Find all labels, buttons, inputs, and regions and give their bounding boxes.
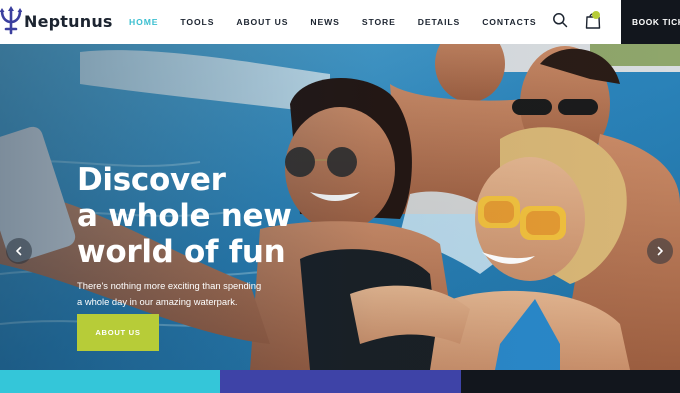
nav-item-store[interactable]: STORE xyxy=(362,17,396,27)
chevron-right-icon xyxy=(657,246,663,256)
cart-count-badge xyxy=(592,11,600,19)
feature-band-cyan xyxy=(0,370,220,393)
slider-prev-button[interactable] xyxy=(6,238,32,264)
feature-band-dark xyxy=(461,370,680,393)
nav-item-details[interactable]: DETAILS xyxy=(418,17,460,27)
main-nav: HOME TOOLS ABOUT US NEWS STORE DETAILS C… xyxy=(129,0,559,44)
nav-item-about-us[interactable]: ABOUT US xyxy=(236,17,288,27)
nav-item-home[interactable]: HOME xyxy=(129,17,158,27)
about-us-button[interactable]: ABOUT US xyxy=(77,314,159,351)
hero-description-line: a whole day in our amazing waterpark. xyxy=(77,296,238,307)
site-header: Neptunus HOME TOOLS ABOUT US NEWS STORE … xyxy=(0,0,680,44)
book-tickets-button[interactable]: BOOK TICKETS xyxy=(621,0,680,44)
slider-next-button[interactable] xyxy=(647,238,673,264)
chevron-left-icon xyxy=(16,246,22,256)
nav-item-tools[interactable]: TOOLS xyxy=(180,17,214,27)
hero-title-line: a whole new xyxy=(77,198,292,234)
hero-description: There's nothing more exciting than spend… xyxy=(77,278,317,310)
nav-item-contacts[interactable]: CONTACTS xyxy=(482,17,536,27)
brand-name: Neptunus xyxy=(24,11,113,31)
hero-title: Discover a whole new world of fun xyxy=(77,162,292,270)
hero-slider: Discover a whole new world of fun There'… xyxy=(0,44,680,370)
feature-band-indigo xyxy=(220,370,461,393)
trident-icon xyxy=(0,6,22,35)
hero-title-line: Discover xyxy=(77,162,226,198)
search-icon[interactable] xyxy=(552,12,568,28)
hero-description-line: There's nothing more exciting than spend… xyxy=(77,280,262,291)
nav-item-news[interactable]: NEWS xyxy=(310,17,339,27)
hero-title-line: world of fun xyxy=(77,234,286,270)
brand-logo[interactable]: Neptunus xyxy=(0,6,113,36)
